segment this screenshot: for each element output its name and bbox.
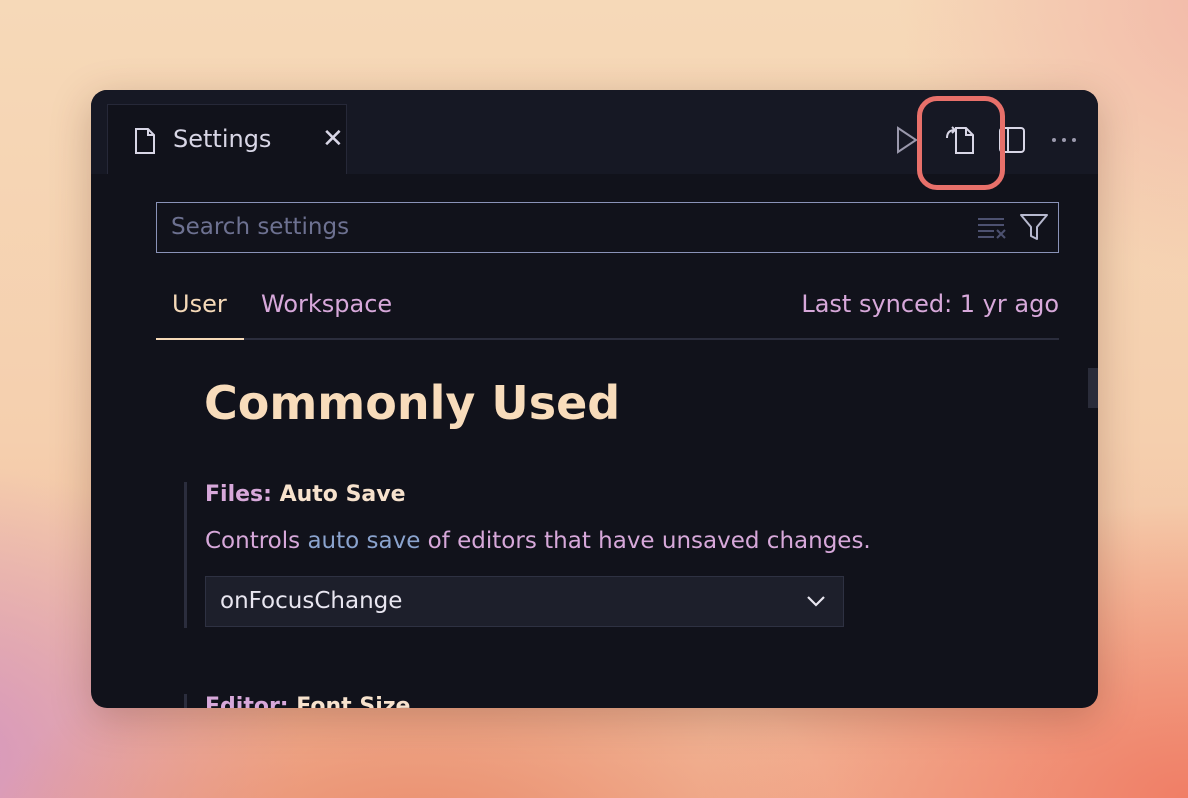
settings-window: Settings ✕ Search settings User Workspac… (91, 90, 1098, 708)
select-value: onFocusChange (220, 588, 403, 614)
highlight-ring (917, 96, 1005, 190)
setting-files-auto-save: Files: Auto Save Controls auto save of e… (184, 482, 887, 628)
tab-workspace[interactable]: Workspace (261, 290, 392, 318)
clear-filter-icon (978, 218, 1006, 239)
desc-text-after: of editors that have unsaved changes. (420, 528, 871, 554)
file-icon (135, 128, 155, 154)
setting-title: Editor: Font Size (205, 694, 410, 708)
setting-title: Files: Auto Save (205, 482, 406, 507)
editor-tab-bar: Settings ✕ (91, 90, 1098, 190)
auto-save-link[interactable]: auto save (307, 528, 420, 554)
setting-category: Editor: (205, 694, 297, 708)
section-title: Commonly Used (204, 376, 621, 430)
active-tab-underline (156, 338, 244, 340)
filter-icon[interactable] (1018, 212, 1050, 242)
tab-user[interactable]: User (172, 290, 227, 318)
chevron-down-icon (807, 596, 825, 607)
search-input[interactable] (157, 203, 957, 251)
setting-name: Font Size (296, 694, 411, 708)
more-actions-icon[interactable] (1048, 124, 1080, 156)
setting-category: Files: (205, 482, 280, 507)
scrollbar[interactable] (1088, 368, 1098, 408)
tab-label: Settings (173, 125, 272, 153)
auto-save-select[interactable]: onFocusChange (205, 576, 844, 627)
setting-description: Controls auto save of editors that have … (205, 528, 871, 554)
setting-name: Auto Save (279, 482, 406, 507)
setting-editor-font-size: Editor: Font Size (184, 694, 887, 708)
sync-status: Last synced: 1 yr ago (801, 290, 1059, 318)
close-icon[interactable]: ✕ (322, 125, 344, 153)
scope-tabs: User Workspace Last synced: 1 yr ago (156, 286, 1059, 340)
search-box (156, 202, 1059, 253)
desc-text-before: Controls (205, 528, 308, 554)
tab-settings[interactable]: Settings ✕ (107, 104, 347, 174)
